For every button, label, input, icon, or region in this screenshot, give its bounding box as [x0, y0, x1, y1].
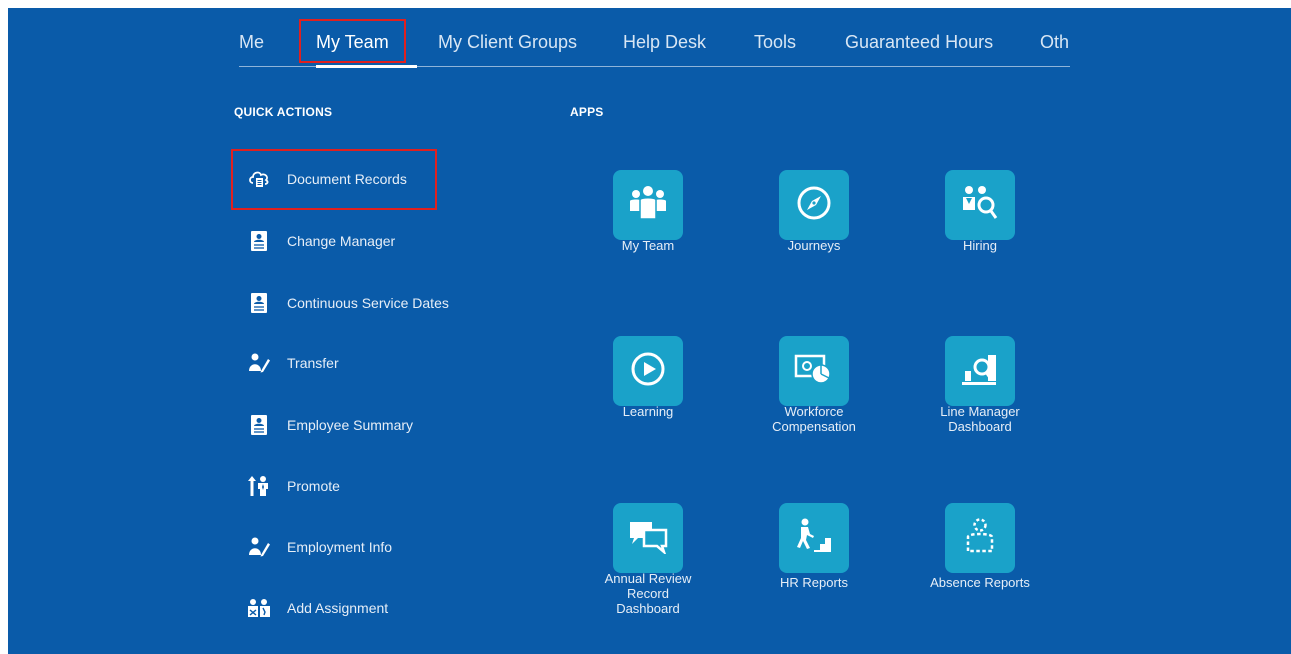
app-absence-reports[interactable]: Absence Reports	[910, 503, 1050, 590]
quick-action-employee-summary[interactable]: Employee Summary	[248, 410, 413, 440]
app-label: HR Reports	[780, 575, 848, 590]
chat-bubbles-icon	[628, 518, 668, 559]
quick-action-change-manager[interactable]: Change Manager	[248, 226, 395, 256]
team-icon	[628, 185, 668, 226]
dashboard-search-icon	[960, 351, 1000, 392]
tab-guaranteed-hours[interactable]: Guaranteed Hours	[845, 32, 993, 53]
app-label: Line Manager Dashboard	[940, 404, 1020, 434]
compass-icon	[795, 184, 833, 227]
app-line-manager-dashboard[interactable]: Line Manager Dashboard	[910, 336, 1050, 434]
absent-person-icon	[962, 517, 998, 560]
active-tab-underline	[316, 65, 417, 68]
app-label: Hiring	[963, 238, 997, 253]
tab-help-desk[interactable]: Help Desk	[623, 32, 706, 53]
play-circle-icon	[629, 350, 667, 393]
quick-action-continuous-service-dates[interactable]: Continuous Service Dates	[248, 288, 449, 318]
app-label: Journeys	[787, 238, 841, 253]
cloud-document-icon	[248, 168, 270, 190]
quick-actions-title: QUICK ACTIONS	[234, 105, 333, 119]
quick-action-label: Change Manager	[287, 233, 396, 249]
app-tile	[779, 336, 849, 406]
app-tile	[613, 503, 683, 573]
quick-action-label: Continuous Service Dates	[287, 295, 449, 311]
app-label: Learning	[622, 404, 674, 419]
app-tile	[779, 170, 849, 240]
app-tile	[779, 503, 849, 573]
app-label: Absence Reports	[930, 575, 1030, 590]
app-journeys[interactable]: Journeys	[744, 170, 884, 253]
app-label: Workforce Compensation	[772, 404, 856, 434]
app-tile	[945, 503, 1015, 573]
person-stairs-icon	[794, 518, 834, 559]
app-tile	[613, 170, 683, 240]
app-tile	[945, 170, 1015, 240]
people-search-icon	[960, 184, 1000, 227]
tab-bar: Me My Team My Client Groups Help Desk To…	[8, 8, 1291, 70]
tab-me[interactable]: Me	[239, 32, 264, 53]
quick-action-label: Transfer	[287, 355, 339, 371]
quick-action-employment-info[interactable]: Employment Info	[248, 532, 392, 562]
navigator-panel: Me My Team My Client Groups Help Desk To…	[8, 8, 1291, 654]
apps-title: APPS	[570, 105, 604, 119]
quick-action-label: Document Records	[287, 171, 407, 187]
app-tile	[945, 336, 1015, 406]
quick-action-label: Employee Summary	[287, 417, 414, 433]
app-annual-review-record-dashboard[interactable]: Annual Review Record Dashboard	[578, 503, 718, 616]
people-assignment-icon	[248, 597, 270, 619]
app-tile	[613, 336, 683, 406]
quick-action-document-records[interactable]: Document Records	[248, 164, 407, 194]
app-my-team[interactable]: My Team	[578, 170, 718, 253]
money-chart-icon	[794, 352, 834, 391]
quick-action-label: Employment Info	[287, 539, 393, 555]
quick-action-label: Promote	[287, 478, 340, 494]
tab-my-client-groups[interactable]: My Client Groups	[438, 32, 577, 53]
tab-other[interactable]: Oth	[1040, 32, 1069, 53]
person-edit-icon	[248, 352, 270, 374]
quick-action-transfer[interactable]: Transfer	[248, 348, 339, 378]
app-label: Annual Review Record Dashboard	[604, 571, 692, 616]
app-workforce-compensation[interactable]: Workforce Compensation	[744, 336, 884, 434]
id-badge-icon	[248, 230, 270, 252]
app-hiring[interactable]: Hiring	[910, 170, 1050, 253]
tab-tools[interactable]: Tools	[754, 32, 796, 53]
id-badge-icon	[248, 414, 270, 436]
app-hr-reports[interactable]: HR Reports	[744, 503, 884, 590]
app-learning[interactable]: Learning	[578, 336, 718, 419]
quick-action-add-assignment[interactable]: Add Assignment	[248, 593, 388, 623]
quick-action-promote[interactable]: Promote	[248, 471, 340, 501]
quick-action-label: Add Assignment	[287, 600, 389, 616]
id-badge-icon	[248, 292, 270, 314]
tab-my-team[interactable]: My Team	[316, 32, 389, 53]
person-edit-icon	[248, 536, 270, 558]
person-up-arrow-icon	[248, 475, 270, 497]
app-label: My Team	[621, 238, 675, 253]
